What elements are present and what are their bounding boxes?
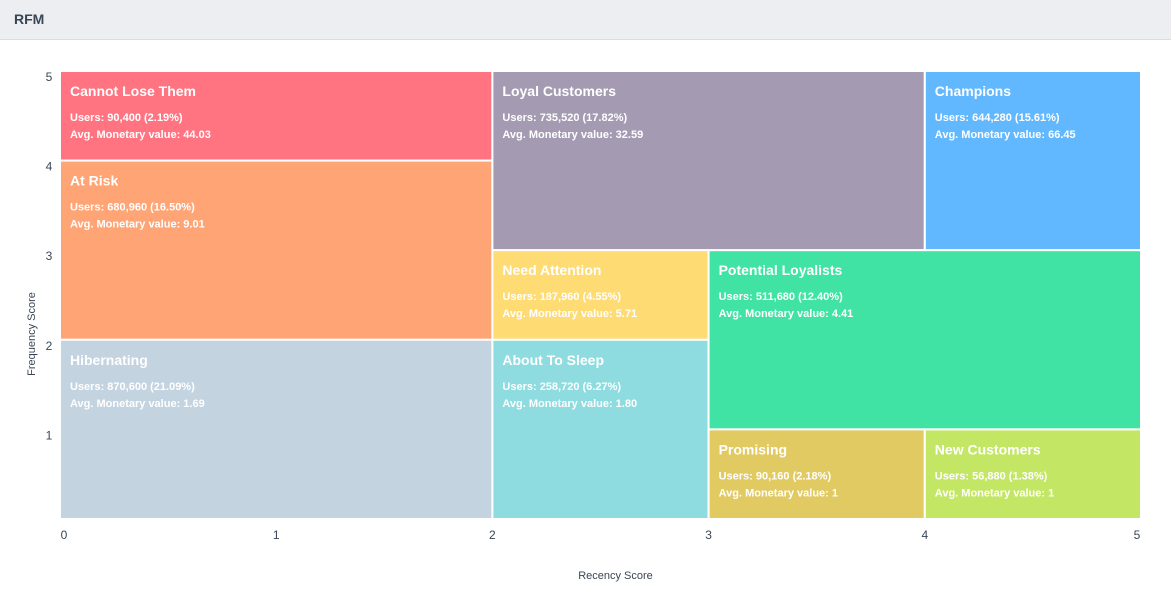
segment-avg-monetary: Avg. Monetary value: 9.01: [70, 219, 205, 231]
segment-title: Cannot Lose Them: [70, 83, 196, 99]
segment-potential-loyalists[interactable]: Potential Loyalists Users: 511,680 (12.40…: [707, 249, 1142, 431]
y-tick-label: 4: [46, 160, 53, 174]
segment-title: Promising: [719, 441, 787, 457]
rfm-chart: Cannot Lose Them Users: 90,400 (2.19%) Avg…: [26, 70, 1142, 582]
y-axis-ticks: 1 2 3 4 5: [46, 70, 53, 442]
segment-users: Users: 90,160 (2.18%): [719, 470, 832, 482]
segment-avg-monetary: Avg. Monetary value: 66.45: [935, 129, 1076, 141]
segment-title: Hibernating: [70, 352, 148, 368]
segment-avg-monetary: Avg. Monetary value: 1: [935, 487, 1054, 499]
x-tick-label: 0: [61, 528, 68, 542]
page-title: RFM: [14, 11, 45, 27]
segment-users: Users: 644,280 (15.61%): [935, 112, 1060, 124]
x-tick-label: 5: [1134, 528, 1141, 542]
segment-about-to-sleep[interactable]: About To Sleep Users: 258,720 (6.27%) Avg.…: [491, 338, 710, 520]
segment-users: Users: 258,720 (6.27%): [502, 381, 621, 393]
segment-avg-monetary: Avg. Monetary value: 5.71: [502, 308, 637, 320]
x-tick-label: 2: [489, 528, 496, 542]
segment-avg-monetary: Avg. Monetary value: 1: [719, 487, 838, 499]
segment-avg-monetary: Avg. Monetary value: 44.03: [70, 129, 211, 141]
segment-loyal-customers[interactable]: Loyal Customers Users: 735,520 (17.82%) Av…: [491, 70, 926, 252]
x-axis-label: Recency Score: [578, 570, 653, 582]
segment-champions[interactable]: Champions Users: 644,280 (15.61%) Avg. Mon…: [923, 70, 1142, 252]
segment-new-customers[interactable]: New Customers Users: 56,880 (1.38%) Avg. M…: [923, 428, 1142, 520]
segment-title: About To Sleep: [502, 352, 604, 368]
y-tick-label: 1: [46, 428, 53, 442]
segment-users: Users: 56,880 (1.38%): [935, 470, 1048, 482]
segment-users: Users: 511,680 (12.40%): [719, 291, 843, 303]
segment-promising[interactable]: Promising Users: 90,160 (2.18%) Avg. Monet…: [707, 428, 926, 520]
page-header: RFM: [0, 0, 1171, 40]
segment-users: Users: 735,520 (17.82%): [502, 112, 627, 124]
y-tick-label: 5: [46, 70, 53, 84]
segment-avg-monetary: Avg. Monetary value: 4.41: [719, 308, 854, 320]
segment-users: Users: 680,960 (16.50%): [70, 202, 195, 214]
segment-title: Potential Loyalists: [719, 262, 843, 278]
x-tick-label: 3: [705, 528, 712, 542]
x-tick-label: 1: [273, 528, 280, 542]
segment-cell[interactable]: [59, 159, 494, 341]
y-tick-label: 2: [46, 339, 53, 353]
segment-title: New Customers: [935, 441, 1041, 457]
segment-avg-monetary: Avg. Monetary value: 1.69: [70, 398, 205, 410]
segment-title: Loyal Customers: [502, 83, 616, 99]
segment-users: Users: 90,400 (2.19%): [70, 112, 183, 124]
segments: Cannot Lose Them Users: 90,400 (2.19%) Avg…: [59, 70, 1142, 520]
segment-hibernating[interactable]: Hibernating Users: 870,600 (21.09%) Avg. M…: [59, 338, 494, 520]
x-axis-ticks: 0 1 2 3 4 5: [61, 528, 1141, 542]
segment-title: Need Attention: [502, 262, 601, 278]
segment-avg-monetary: Avg. Monetary value: 1.80: [502, 398, 637, 410]
x-tick-label: 4: [921, 528, 928, 542]
segment-cannot-lose-them[interactable]: Cannot Lose Them Users: 90,400 (2.19%) Avg…: [59, 70, 494, 162]
segment-users: Users: 187,960 (4.55%): [502, 291, 621, 303]
segment-users: Users: 870,600 (21.09%): [70, 381, 195, 393]
segment-need-attention[interactable]: Need Attention Users: 187,960 (4.55%) Avg.…: [491, 249, 710, 341]
segment-title: Champions: [935, 83, 1011, 99]
y-axis-label: Frequency Score: [26, 292, 38, 376]
segment-title: At Risk: [70, 173, 118, 189]
segment-avg-monetary: Avg. Monetary value: 32.59: [502, 129, 643, 141]
y-tick-label: 3: [46, 249, 53, 263]
segment-at-risk[interactable]: At Risk Users: 680,960 (16.50%) Avg. Monet…: [59, 159, 494, 341]
